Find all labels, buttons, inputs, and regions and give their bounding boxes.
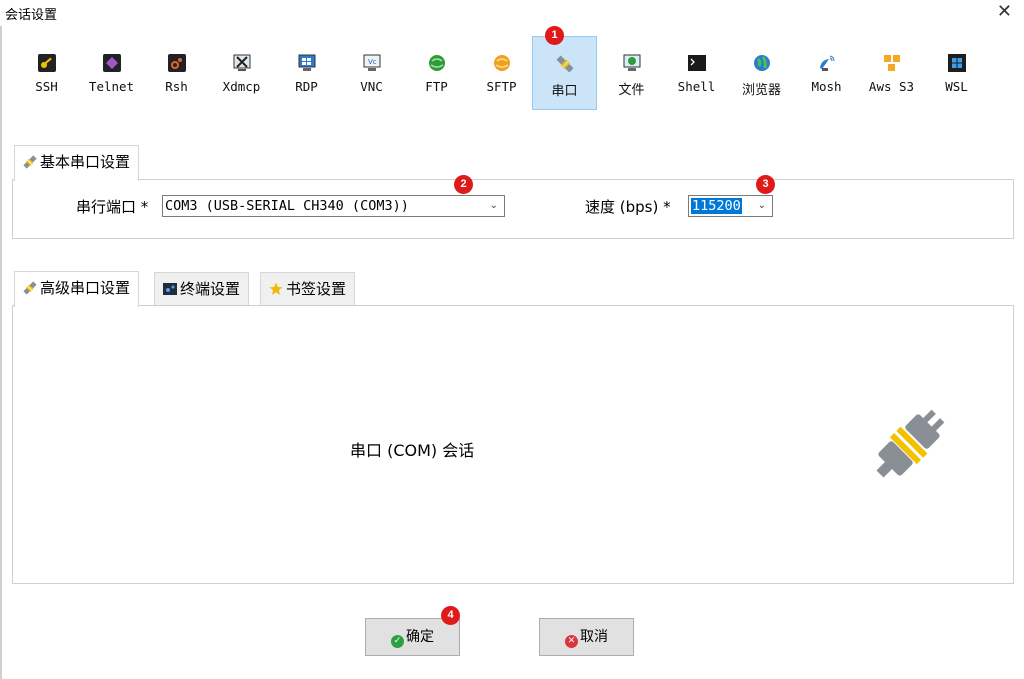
serial-plug-icon (876, 409, 945, 478)
star-icon (269, 282, 283, 295)
rsh-icon (167, 54, 186, 72)
tool-label: Shell (677, 79, 716, 94)
tool-wsl[interactable]: WSL (924, 36, 989, 110)
tab-label: 高级串口设置 (40, 279, 131, 297)
svg-text:Vc: Vc (368, 58, 377, 66)
tool-sftp[interactable]: SFTP (469, 36, 534, 110)
cancel-icon: ✕ (565, 635, 578, 648)
xdmcp-icon (233, 54, 250, 71)
step-badge-4: 4 (441, 606, 460, 625)
vnc-icon: Vc (363, 54, 380, 71)
tool-xdmcp[interactable]: Xdmcp (209, 36, 274, 110)
tab-basic-serial[interactable]: 基本串口设置 (14, 145, 140, 181)
tool-browser[interactable]: 浏览器 (729, 36, 794, 110)
speed-label: 速度 (bps) * (585, 198, 671, 216)
serial-plug-icon (23, 281, 37, 295)
tab-label: 书签设置 (286, 280, 347, 298)
tool-file[interactable]: 文件 (599, 36, 664, 110)
tool-label: Xdmcp (222, 79, 261, 94)
tool-rdp[interactable]: RDP (274, 36, 339, 110)
tab-label: 基本串口设置 (40, 153, 131, 171)
tool-serial[interactable]: 串口 (532, 36, 597, 110)
tool-label: Rsh (165, 79, 188, 94)
wsl-windows-icon (947, 54, 966, 72)
browser-globe-icon (753, 55, 770, 71)
tab-label: 终端设置 (180, 280, 241, 298)
terminal-icon (163, 283, 177, 295)
step-badge-3: 3 (756, 175, 775, 194)
mosh-satellite-icon (819, 55, 834, 71)
serial-port-select[interactable]: COM3 (USB-SERIAL CH340 (COM3)) ⌄ (162, 195, 505, 217)
tool-label: Aws S3 (868, 79, 915, 94)
window-border (0, 26, 2, 679)
shell-terminal-icon (687, 55, 706, 71)
tool-vnc[interactable]: Vc VNC (339, 36, 404, 110)
tool-label: FTP (425, 79, 448, 94)
serial-plug-icon (556, 55, 573, 73)
tool-ftp[interactable]: FTP (404, 36, 469, 110)
tool-label: VNC (360, 79, 383, 94)
tool-mosh[interactable]: Mosh (794, 36, 859, 110)
rdp-monitor-icon (298, 54, 315, 71)
tab-bookmark-settings[interactable]: 书签设置 (260, 272, 356, 306)
tool-label: Telnet (88, 79, 135, 94)
serial-plug-icon (23, 155, 37, 169)
tool-label: WSL (945, 79, 968, 94)
file-monitor-icon (623, 54, 640, 71)
serial-port-value: COM3 (USB-SERIAL CH340 (COM3)) (165, 198, 409, 214)
title-bar: 会话设置 ✕ (0, 0, 1024, 26)
check-icon: ✓ (391, 635, 404, 648)
step-badge-2: 2 (454, 175, 473, 194)
tool-label: 串口 (551, 84, 578, 99)
close-icon[interactable]: ✕ (997, 1, 1012, 22)
speed-select[interactable]: 115200 ⌄ (688, 195, 773, 217)
cancel-label: 取消 (580, 629, 608, 645)
telnet-icon (102, 54, 121, 72)
chevron-down-icon: ⌄ (489, 200, 498, 211)
window-title: 会话设置 (5, 7, 58, 22)
tool-label: SFTP (486, 79, 517, 94)
tab-advanced-serial[interactable]: 高级串口设置 (14, 271, 140, 307)
step-badge-1: 1 (545, 26, 564, 45)
tool-label: SSH (35, 79, 58, 94)
tool-rsh[interactable]: Rsh (144, 36, 209, 110)
tool-label: Mosh (811, 79, 842, 94)
tool-ssh[interactable]: SSH (14, 36, 79, 110)
tool-label: 浏览器 (741, 83, 781, 98)
tool-telnet[interactable]: Telnet (79, 36, 144, 110)
serial-port-label: 串行端口 * (76, 198, 149, 216)
ssh-key-icon (37, 54, 56, 72)
speed-value: 115200 (691, 198, 742, 214)
tab-terminal-settings[interactable]: 终端设置 (154, 272, 250, 306)
tool-shell[interactable]: Shell (664, 36, 729, 110)
chevron-down-icon: ⌄ (757, 200, 766, 211)
tool-label: RDP (295, 79, 318, 94)
sftp-icon (493, 55, 510, 71)
tool-label: 文件 (618, 83, 645, 98)
session-description: 串口 (COM) 会话 (350, 441, 475, 460)
ok-label: 确定 (406, 629, 434, 645)
aws-s3-icon (883, 55, 900, 71)
ftp-globe-icon (428, 55, 445, 71)
cancel-button[interactable]: ✕ 取消 (539, 618, 634, 656)
tool-aws-s3[interactable]: Aws S3 (859, 36, 924, 110)
session-content-panel (12, 305, 1014, 584)
